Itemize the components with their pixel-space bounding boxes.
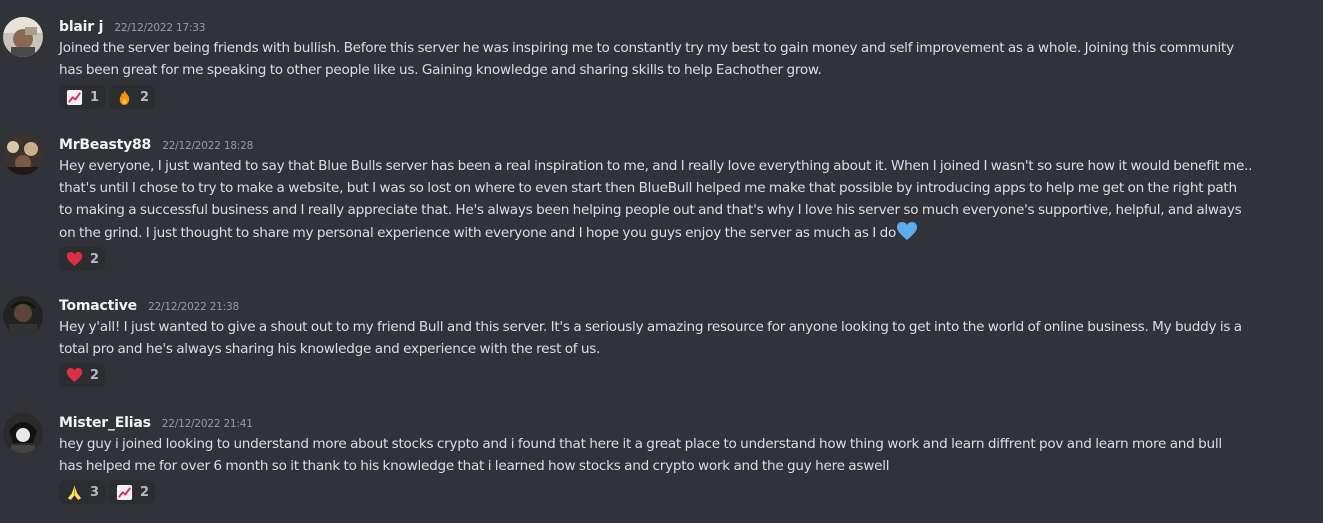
blue-heart-emoji xyxy=(896,221,918,248)
reactions-bar: 1 2 xyxy=(59,85,156,109)
chart-increasing-emoji xyxy=(115,483,133,501)
username[interactable]: Mister_Elias xyxy=(59,415,151,431)
timestamp: 22/12/2022 17:33 xyxy=(114,22,206,34)
message-line: on the grind. I just thought to share my… xyxy=(59,225,897,241)
reaction-chart-increasing[interactable]: 1 xyxy=(59,85,106,109)
reaction-folded-hands[interactable]: 3 xyxy=(59,480,106,504)
red-heart-emoji xyxy=(65,250,83,268)
red-heart-emoji xyxy=(65,366,83,384)
reaction-red-heart[interactable]: 2 xyxy=(59,247,106,271)
timestamp: 22/12/2022 18:28 xyxy=(162,140,254,152)
reaction-count: 2 xyxy=(90,367,100,383)
reaction-count: 2 xyxy=(140,89,150,105)
fire-emoji xyxy=(115,88,133,106)
message-content: Hey y'all! I just wanted to give a shout… xyxy=(59,316,1304,360)
message-line: has helped me for over 6 month so it tha… xyxy=(59,458,890,474)
avatar[interactable] xyxy=(3,135,43,175)
message-line: has been great for me speaking to other … xyxy=(59,62,822,78)
chart-increasing-emoji xyxy=(65,88,83,106)
message-line: Joined the server being friends with bul… xyxy=(59,40,1234,56)
reactions-bar: 2 xyxy=(59,247,106,271)
reaction-count: 2 xyxy=(90,251,100,267)
chat-message-list: blair j 22/12/2022 17:33 Joined the serv… xyxy=(0,0,1323,523)
reaction-count: 2 xyxy=(140,484,150,500)
message-line: hey guy i joined looking to understand m… xyxy=(59,436,1222,452)
message-line: to making a successful business and I re… xyxy=(59,202,1242,218)
reaction-red-heart[interactable]: 2 xyxy=(59,363,106,387)
message-line: Hey everyone, I just wanted to say that … xyxy=(59,158,1253,174)
avatar[interactable] xyxy=(3,296,43,336)
username[interactable]: MrBeasty88 xyxy=(59,137,151,153)
message-content: Joined the server being friends with bul… xyxy=(59,37,1304,81)
folded-hands-emoji xyxy=(65,483,83,501)
username[interactable]: Tomactive xyxy=(59,298,137,314)
message-line: Hey y'all! I just wanted to give a shout… xyxy=(59,319,1242,335)
avatar[interactable] xyxy=(3,413,43,453)
username[interactable]: blair j xyxy=(59,19,103,35)
reactions-bar: 2 xyxy=(59,363,106,387)
message-line: that's until I chose to try to make a we… xyxy=(59,180,1237,196)
avatar[interactable] xyxy=(3,17,43,57)
timestamp: 22/12/2022 21:38 xyxy=(148,301,239,313)
message-line: total pro and he's always sharing his kn… xyxy=(59,341,601,357)
reaction-count: 1 xyxy=(90,89,100,105)
timestamp: 22/12/2022 21:41 xyxy=(161,418,253,430)
message-content: hey guy i joined looking to understand m… xyxy=(59,433,1304,477)
reaction-fire[interactable]: 2 xyxy=(109,85,156,109)
reaction-chart-increasing[interactable]: 2 xyxy=(109,480,156,504)
reaction-count: 3 xyxy=(90,484,100,500)
message-content: Hey everyone, I just wanted to say that … xyxy=(59,155,1304,248)
reactions-bar: 3 2 xyxy=(59,480,156,504)
